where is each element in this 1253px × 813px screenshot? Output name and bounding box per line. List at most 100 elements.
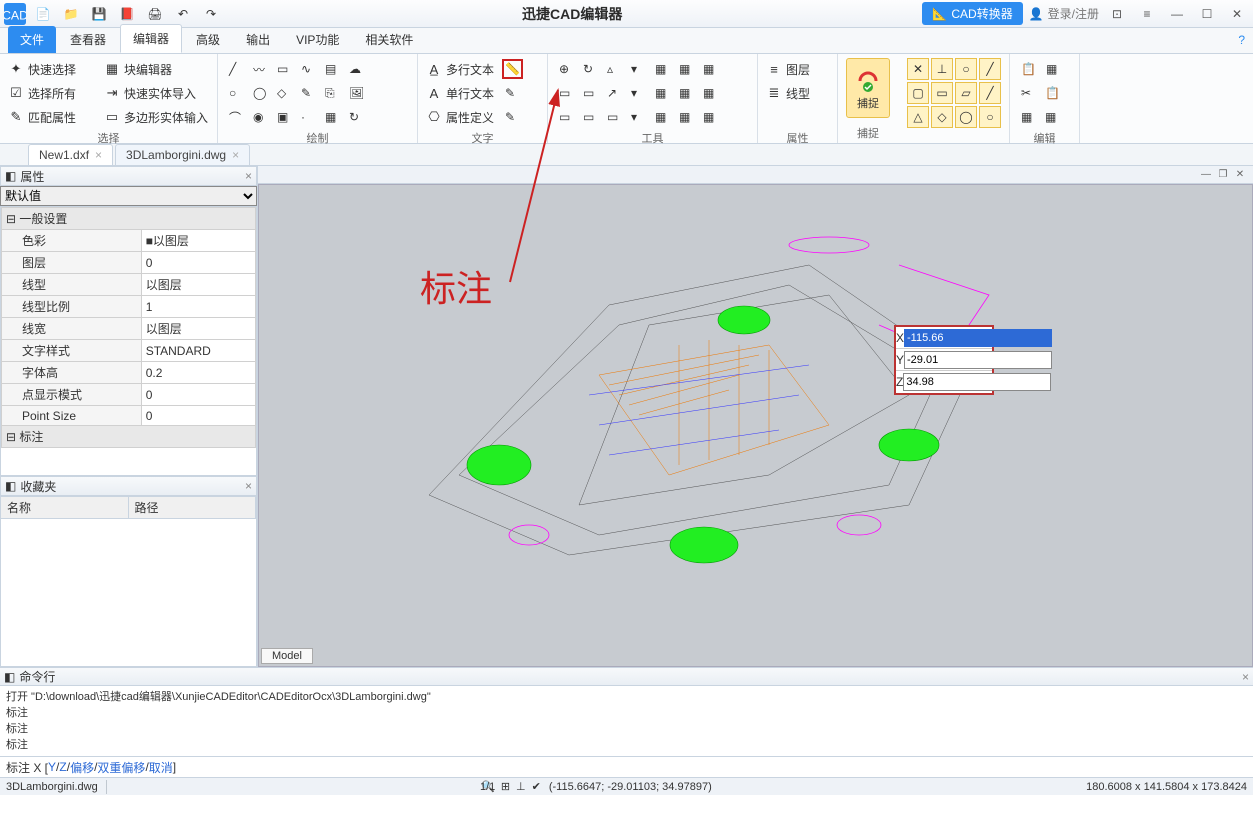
select-all-button[interactable]: 选择所有 bbox=[28, 85, 76, 102]
polygon-input-button[interactable]: 多边形实体输入 bbox=[124, 109, 208, 126]
shape-icon[interactable]: ◇ bbox=[274, 83, 294, 103]
document-tabs: New1.dxf× 3DLamborgini.dwg× bbox=[0, 144, 1253, 166]
tab-output[interactable]: 输出 bbox=[234, 26, 282, 53]
login-button[interactable]: 👤登录/注册 bbox=[1029, 5, 1099, 22]
user-icon: 👤 bbox=[1029, 7, 1044, 21]
block-editor-button[interactable]: 块编辑器 bbox=[124, 61, 172, 78]
viewport[interactable]: X Y Z Model bbox=[258, 184, 1253, 667]
dimension-icon[interactable]: 📏 bbox=[502, 59, 523, 79]
close-panel-icon[interactable]: × bbox=[245, 479, 252, 493]
fav-col-name[interactable]: 名称 bbox=[1, 497, 129, 518]
text-button[interactable]: 单行文本 bbox=[446, 85, 494, 102]
vp-minimize-icon[interactable]: — bbox=[1199, 168, 1213, 182]
refresh-icon[interactable]: ↻ bbox=[346, 107, 366, 127]
close-panel-icon[interactable]: × bbox=[1242, 670, 1249, 684]
tab-vip[interactable]: VIP功能 bbox=[284, 26, 351, 53]
prop-row[interactable]: 色彩■以图层 bbox=[2, 230, 256, 252]
open-icon[interactable]: 📁 bbox=[60, 3, 82, 25]
status-grid-icon[interactable]: ⊞ bbox=[501, 780, 510, 793]
group-label-draw: 绘制 bbox=[226, 128, 409, 146]
line-icon[interactable]: ╱ bbox=[226, 59, 246, 79]
prop-row[interactable]: 点显示模式0 bbox=[2, 384, 256, 406]
table-icon[interactable]: ▦ bbox=[322, 107, 342, 127]
command-prompt[interactable]: 标注 X [ Y / Z / 偏移 / 双重偏移 / 取消 ] bbox=[0, 757, 1253, 777]
tab-related[interactable]: 相关软件 bbox=[353, 26, 425, 53]
prop-row[interactable]: 字体高0.2 bbox=[2, 362, 256, 384]
cloud-icon[interactable]: ☁ bbox=[346, 59, 366, 79]
cut-icon[interactable]: ▦ bbox=[1043, 59, 1063, 79]
quick-select-button[interactable]: 快速选择 bbox=[28, 61, 76, 78]
doctab-new1[interactable]: New1.dxf× bbox=[28, 144, 113, 165]
tab-viewer[interactable]: 查看器 bbox=[58, 26, 118, 53]
close-panel-icon[interactable]: × bbox=[245, 169, 252, 183]
box-icon[interactable]: ▣ bbox=[274, 107, 294, 127]
undo-icon[interactable]: ↶ bbox=[172, 3, 194, 25]
circle-icon[interactable]: ○ bbox=[226, 83, 246, 103]
snap-opt-icon[interactable]: ✕ bbox=[907, 58, 929, 80]
image-icon[interactable]: 🖼 bbox=[346, 83, 367, 103]
model-tab[interactable]: Model bbox=[261, 648, 313, 664]
tab-file[interactable]: 文件 bbox=[8, 26, 56, 53]
copy-btn-icon[interactable]: 📋 bbox=[1018, 59, 1039, 79]
export-pdf-icon[interactable]: 📕 bbox=[116, 3, 138, 25]
tab-editor[interactable]: 编辑器 bbox=[120, 24, 182, 53]
close-icon[interactable]: ✕ bbox=[1225, 7, 1249, 21]
attr-def-button[interactable]: 属性定义 bbox=[446, 109, 494, 126]
properties-scope-select[interactable]: 默认值 bbox=[0, 186, 257, 206]
layers-button[interactable]: 图层 bbox=[786, 61, 810, 78]
fav-col-path[interactable]: 路径 bbox=[129, 497, 257, 518]
scissors-icon[interactable]: ✂ bbox=[1018, 83, 1038, 103]
coord-y-input[interactable] bbox=[904, 351, 1052, 369]
pen-icon[interactable]: ✎ bbox=[298, 83, 318, 103]
status-filename: 3DLamborgini.dwg bbox=[6, 781, 98, 793]
prop-row[interactable]: 文字样式STANDARD bbox=[2, 340, 256, 362]
status-ortho-icon[interactable]: ⊥ bbox=[516, 780, 526, 793]
spline-icon[interactable]: ∿ bbox=[298, 59, 318, 79]
panel-icon: ◧ bbox=[5, 479, 16, 493]
point-icon[interactable]: · bbox=[298, 107, 318, 127]
vp-close-icon[interactable]: ✕ bbox=[1233, 168, 1247, 182]
status-bar: 3DLamborgini.dwg 1/1 🔍 ⊞ ⊥ ✔ (-115.6647;… bbox=[0, 777, 1253, 795]
close-tab-icon[interactable]: × bbox=[232, 148, 239, 162]
prop-row[interactable]: 线型比例1 bbox=[2, 296, 256, 318]
arc-icon[interactable]: ⌒ bbox=[226, 107, 246, 127]
coord-x-input[interactable] bbox=[904, 329, 1052, 347]
t1-icon[interactable]: ⊕ bbox=[556, 59, 576, 79]
prop-row[interactable]: Point Size0 bbox=[2, 406, 256, 426]
donut-icon[interactable]: ◉ bbox=[250, 107, 270, 127]
prop-row[interactable]: 线宽以图层 bbox=[2, 318, 256, 340]
copy-icon[interactable]: ⎘ bbox=[322, 83, 342, 103]
new-icon[interactable]: 📄 bbox=[32, 3, 54, 25]
minimize-icon[interactable]: — bbox=[1165, 7, 1189, 21]
linetype-button[interactable]: 线型 bbox=[786, 85, 810, 102]
coord-z-input[interactable] bbox=[903, 373, 1051, 391]
doctab-lamborgini[interactable]: 3DLamborgini.dwg× bbox=[115, 144, 250, 165]
paste-icon[interactable]: 📋 bbox=[1042, 83, 1063, 103]
save-icon[interactable]: 💾 bbox=[88, 3, 110, 25]
section-general[interactable]: ⊟ 一般设置 bbox=[2, 208, 256, 230]
ellipse-icon[interactable]: ◯ bbox=[250, 83, 270, 103]
hatch-icon[interactable]: ▤ bbox=[322, 59, 342, 79]
favorites-panel-header: ◧收藏夹× bbox=[0, 476, 257, 496]
rect-icon[interactable]: ▭ bbox=[274, 59, 294, 79]
maximize-icon[interactable]: ☐ bbox=[1195, 7, 1219, 21]
help-icon[interactable]: ? bbox=[1238, 33, 1245, 47]
polyline-icon[interactable]: 〰 bbox=[250, 59, 270, 79]
quick-import-button[interactable]: 快速实体导入 bbox=[124, 85, 196, 102]
tab-advanced[interactable]: 高级 bbox=[184, 26, 232, 53]
close-tab-icon[interactable]: × bbox=[95, 148, 102, 162]
section-dim[interactable]: ⊟ 标注 bbox=[2, 426, 256, 448]
vp-restore-icon[interactable]: ❐ bbox=[1216, 168, 1230, 182]
polygon-input-icon: ▭ bbox=[104, 109, 120, 125]
prop-row[interactable]: 线型以图层 bbox=[2, 274, 256, 296]
match-props-button[interactable]: 匹配属性 bbox=[28, 109, 76, 126]
print-icon[interactable]: 🖨 bbox=[144, 3, 166, 25]
mtext-button[interactable]: 多行文本 bbox=[446, 61, 494, 78]
prop-row[interactable]: 图层0 bbox=[2, 252, 256, 274]
snap-big-button[interactable]: 捕捉 bbox=[846, 58, 890, 118]
feedback-icon[interactable]: ⊡ bbox=[1105, 7, 1129, 21]
menu-icon[interactable]: ≡ bbox=[1135, 7, 1159, 21]
redo-icon[interactable]: ↷ bbox=[200, 3, 222, 25]
cad-converter-button[interactable]: 📐CAD转换器 bbox=[922, 2, 1022, 25]
status-snap-icon[interactable]: ✔ bbox=[532, 780, 541, 793]
